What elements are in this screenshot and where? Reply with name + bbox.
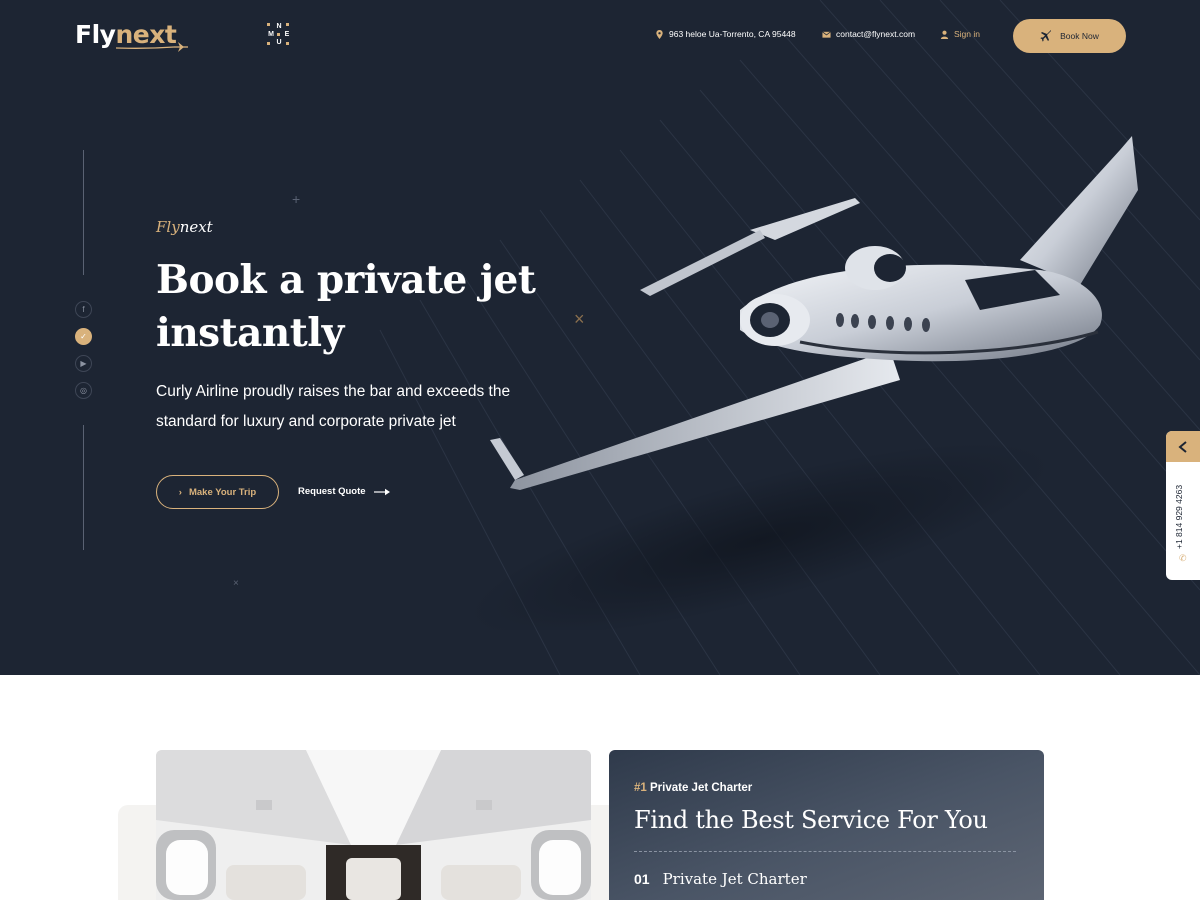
- service-list-item[interactable]: 01 Private Jet Charter: [634, 870, 807, 888]
- side-tab-toggle[interactable]: [1166, 431, 1200, 462]
- service-item-label: Private Jet Charter: [662, 870, 807, 888]
- menu-letter-u: U: [276, 39, 282, 46]
- user-icon: [940, 30, 949, 39]
- hero-brand-fly: Fly: [156, 218, 180, 236]
- menu-letter-e: E: [284, 31, 290, 38]
- twitter-icon[interactable]: ✓: [75, 328, 92, 345]
- cross-decoration-icon: ×: [233, 578, 239, 589]
- service-card: #1 Private Jet Charter Find the Best Ser…: [609, 750, 1044, 900]
- request-quote-label: Request Quote: [298, 486, 366, 497]
- request-quote-link[interactable]: Request Quote: [298, 486, 391, 497]
- menu-dot: [277, 33, 280, 36]
- address-text: 963 heloe Ua-Torrento, CA 95448: [669, 29, 796, 39]
- service-tag-number: #1: [634, 782, 647, 794]
- service-item-number: 01: [634, 871, 650, 887]
- chevron-left-icon: [1178, 440, 1187, 453]
- instagram-icon[interactable]: ◎: [75, 382, 92, 399]
- make-your-trip-button[interactable]: › Make Your Trip: [156, 475, 279, 509]
- book-now-button[interactable]: Book Now: [1013, 19, 1126, 53]
- email-text: contact@flynext.com: [836, 29, 916, 39]
- menu-dot: [286, 42, 289, 45]
- header-address: 963 heloe Ua-Torrento, CA 95448: [655, 29, 796, 39]
- book-now-label: Book Now: [1060, 31, 1099, 41]
- location-pin-icon: [656, 29, 663, 39]
- menu-dot: [267, 23, 270, 26]
- cabin-illustration: [156, 750, 591, 900]
- envelope-icon: [822, 31, 831, 38]
- logo-text-fly: Fly: [75, 20, 116, 49]
- menu-dot: [267, 42, 270, 45]
- arrow-right-icon: [373, 488, 390, 495]
- hero-title-line1: Book a private jet: [156, 257, 536, 303]
- hero-brand-label: Flynext: [156, 218, 213, 236]
- plus-decoration-icon: +: [292, 191, 301, 207]
- signin-link[interactable]: Sign in: [940, 29, 980, 39]
- airplane-icon: [1040, 30, 1052, 42]
- chevron-right-icon: ›: [178, 486, 182, 498]
- private-jet-image: [469, 136, 1138, 630]
- menu-letter-n: N: [276, 23, 282, 30]
- rail-divider: [83, 425, 84, 550]
- jet-cabin-image: [156, 750, 591, 900]
- service-tag-label: Private Jet Charter: [650, 782, 753, 794]
- phone-number: +1 814 929 4263: [1174, 484, 1184, 549]
- hero-description: Curly Airline proudly raises the bar and…: [156, 383, 511, 430]
- hero-brand-next: next: [179, 218, 213, 236]
- menu-button[interactable]: N M E U: [267, 23, 291, 47]
- phone-side-tab[interactable]: +1 814 929 4263 ✆: [1166, 431, 1200, 580]
- signin-text: Sign in: [954, 29, 980, 39]
- header-email[interactable]: contact@flynext.com: [822, 29, 915, 39]
- menu-letter-m: M: [268, 31, 274, 38]
- dashed-divider: [634, 851, 1016, 852]
- logo-plane-icon: [116, 42, 188, 52]
- service-tag: #1 Private Jet Charter: [634, 782, 752, 794]
- service-title: Find the Best Service For You: [634, 806, 988, 834]
- phone-icon: ✆: [1179, 553, 1187, 563]
- youtube-icon[interactable]: ▶: [75, 355, 92, 372]
- hero-title: Book a private jet instantly: [156, 254, 576, 360]
- facebook-icon[interactable]: f: [75, 301, 92, 318]
- make-your-trip-label: Make Your Trip: [188, 486, 257, 498]
- rail-divider: [83, 150, 84, 275]
- menu-dot: [286, 23, 289, 26]
- hero-title-line2: instantly: [156, 310, 344, 356]
